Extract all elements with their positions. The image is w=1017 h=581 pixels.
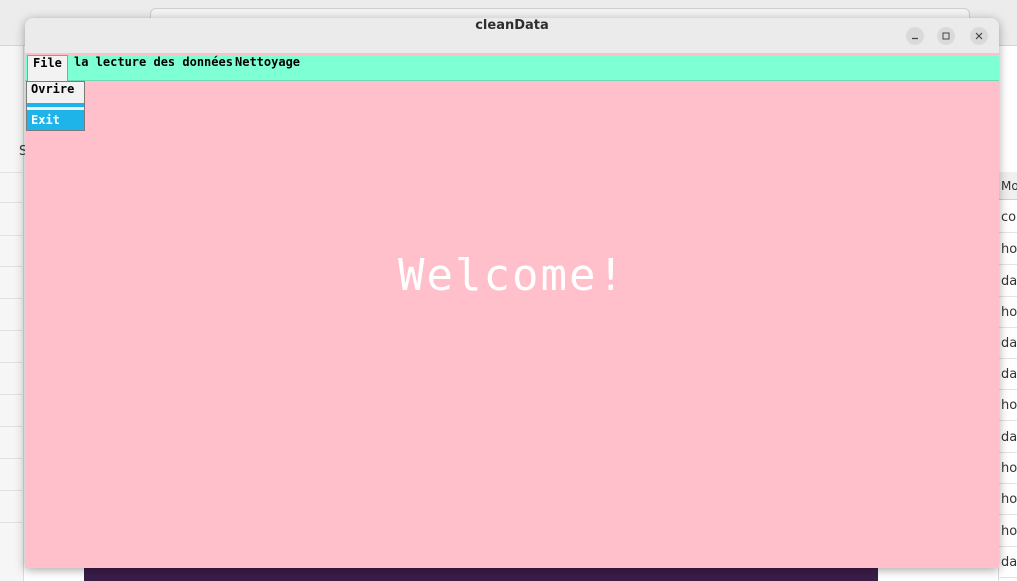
close-icon — [975, 32, 983, 40]
maximize-icon — [942, 32, 950, 40]
window-title: cleanData — [475, 18, 549, 33]
background-row-divider — [0, 298, 24, 299]
background-table-cell: da — [999, 547, 1017, 578]
background-table-column: cond hou da hou da da hou da hou hou hou… — [998, 46, 1017, 581]
background-table-cell: hou — [999, 516, 1017, 547]
background-row-divider — [0, 330, 24, 331]
background-row-divider — [0, 172, 24, 173]
minimize-button[interactable] — [906, 27, 924, 45]
menubar: File la lecture des données Nettoyage — [25, 55, 999, 82]
background-table-cell: hou — [999, 484, 1017, 515]
menu-lecture-des-donnees[interactable]: la lecture des données — [69, 55, 238, 81]
background-row-divider — [0, 235, 24, 236]
background-table-cell: da — [999, 359, 1017, 390]
background-row-divider — [0, 266, 24, 267]
close-button[interactable] — [970, 27, 988, 45]
background-table-cell: hou — [999, 390, 1017, 421]
app-window: cleanData File la lecture des données Ne… — [25, 18, 999, 568]
background-table-cell: cond — [999, 202, 1017, 233]
background-row-divider — [0, 394, 24, 395]
background-table-cell: hou — [999, 234, 1017, 265]
background-table-cell: da — [999, 266, 1017, 297]
background-table-cell: da — [999, 328, 1017, 359]
background-left-panel — [0, 46, 24, 581]
background-table-cell: hou — [999, 297, 1017, 328]
menu-item-exit[interactable]: Exit — [27, 110, 84, 130]
menu-separator — [27, 101, 84, 107]
background-table-header: Mo — [998, 172, 1017, 200]
window-titlebar[interactable]: cleanData — [25, 18, 999, 54]
menu-item-ovrire[interactable]: Ovrire — [27, 82, 84, 100]
menu-nettoyage[interactable]: Nettoyage — [230, 55, 305, 81]
background-table-cell: da — [999, 422, 1017, 453]
background-row-divider — [0, 362, 24, 363]
background-bottom-area — [40, 566, 84, 581]
background-table-cell: hou — [999, 453, 1017, 484]
background-taskbar — [84, 566, 878, 581]
background-row-divider — [0, 522, 24, 523]
background-row-divider — [0, 426, 24, 427]
file-dropdown-menu: Ovrire Exit — [26, 81, 85, 131]
minimize-icon — [912, 37, 918, 40]
background-row-divider — [0, 458, 24, 459]
background-row-divider — [0, 202, 24, 203]
maximize-button[interactable] — [937, 27, 955, 45]
background-row-divider — [0, 490, 24, 491]
menu-file[interactable]: File — [27, 55, 68, 82]
welcome-text: Welcome! — [398, 250, 626, 301]
